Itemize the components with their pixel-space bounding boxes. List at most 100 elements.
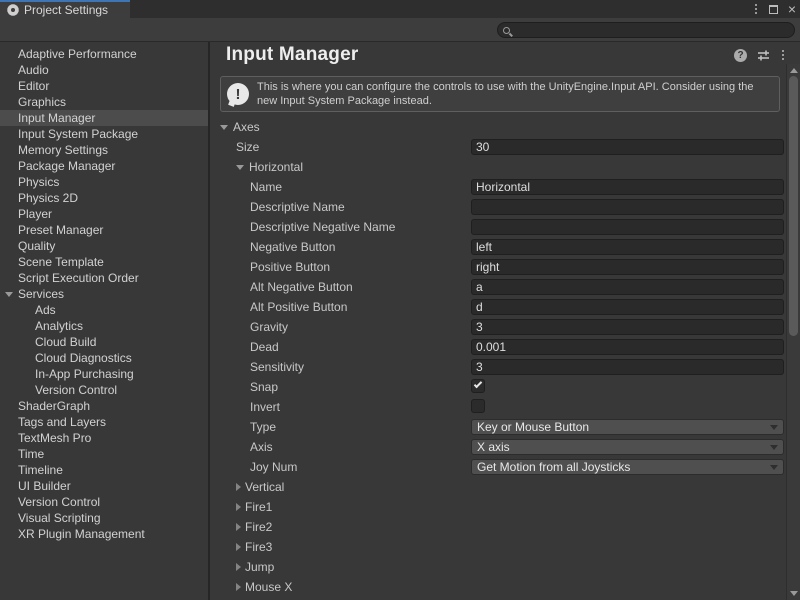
foldout-closed-icon[interactable] (236, 503, 241, 511)
search-input[interactable] (510, 24, 794, 36)
foldout-closed-icon[interactable] (236, 583, 241, 591)
row-type: TypeKey or Mouse Button (210, 417, 800, 437)
search-box[interactable] (497, 22, 795, 38)
sidebar-item-editor[interactable]: Editor (0, 78, 208, 94)
vertical-scrollbar[interactable] (786, 64, 800, 600)
sidebar-item-audio[interactable]: Audio (0, 62, 208, 78)
text-input-alt-negative-button[interactable] (471, 279, 784, 295)
window-menu-icon[interactable] (753, 2, 759, 16)
sidebar-item-package-manager[interactable]: Package Manager (0, 158, 208, 174)
help-icon[interactable]: ? (734, 49, 747, 62)
sidebar-item-services-in-app-purchasing[interactable]: In-App Purchasing (0, 366, 208, 382)
foldout-open-icon[interactable] (236, 165, 244, 170)
text-input-alt-positive-button[interactable] (471, 299, 784, 315)
foldout-closed-icon[interactable] (236, 543, 241, 551)
sidebar-item-preset-manager[interactable]: Preset Manager (0, 222, 208, 238)
sidebar-item-visual-scripting[interactable]: Visual Scripting (0, 510, 208, 526)
sidebar-item-quality[interactable]: Quality (0, 238, 208, 254)
sidebar-item-time[interactable]: Time (0, 446, 208, 462)
field-label-gravity: Gravity (210, 320, 288, 334)
text-input-gravity[interactable] (471, 319, 784, 335)
text-input-descriptive-name[interactable] (471, 199, 784, 215)
tab-project-settings[interactable]: Project Settings (0, 0, 130, 18)
foldout-label: Axes (233, 120, 260, 134)
text-input-negative-button[interactable] (471, 239, 784, 255)
sidebar-item-memory-settings[interactable]: Memory Settings (0, 142, 208, 158)
field-zone (471, 399, 784, 415)
presets-icon[interactable] (757, 49, 770, 62)
scrollbar-thumb[interactable] (789, 76, 798, 336)
sidebar-item-label: Cloud Build (35, 335, 96, 349)
row-axis: AxisX axis (210, 437, 800, 457)
sidebar-item-scene-template[interactable]: Scene Template (0, 254, 208, 270)
sidebar-item-graphics[interactable]: Graphics (0, 94, 208, 110)
foldout-fire2[interactable]: Fire2 (210, 520, 272, 534)
maximize-icon[interactable] (769, 5, 778, 14)
field-label-negative-button: Negative Button (210, 240, 335, 254)
toolbar (0, 18, 800, 42)
text-input-sensitivity[interactable] (471, 359, 784, 375)
row-negative-button: Negative Button (210, 237, 800, 257)
checkbox-invert[interactable] (471, 399, 485, 413)
sidebar-item-services-ads[interactable]: Ads (0, 302, 208, 318)
sidebar-item-services-version-control[interactable]: Version Control (0, 382, 208, 398)
sidebar-item-physics-2d[interactable]: Physics 2D (0, 190, 208, 206)
foldout-closed-icon[interactable] (236, 523, 241, 531)
sidebar-item-services-cloud-build[interactable]: Cloud Build (0, 334, 208, 350)
dropdown-value: X axis (477, 440, 510, 454)
field-label-descriptive-negative-name: Descriptive Negative Name (210, 220, 395, 234)
foldout-open-icon[interactable] (220, 125, 228, 130)
sidebar-item-input-system-package[interactable]: Input System Package (0, 126, 208, 142)
sidebar-item-label: Player (18, 207, 52, 221)
chevron-down-icon (770, 465, 778, 470)
foldout-fire1[interactable]: Fire1 (210, 500, 272, 514)
dropdown-axis[interactable]: X axis (471, 439, 784, 455)
foldout-mouse-x[interactable]: Mouse X (210, 580, 292, 594)
checkbox-snap[interactable] (471, 379, 485, 393)
sidebar-item-version-control[interactable]: Version Control (0, 494, 208, 510)
sidebar-item-services-analytics[interactable]: Analytics (0, 318, 208, 334)
foldout-jump[interactable]: Jump (210, 560, 274, 574)
sidebar-item-textmesh-pro[interactable]: TextMesh Pro (0, 430, 208, 446)
panel-menu-icon[interactable] (780, 48, 786, 62)
foldout-closed-icon[interactable] (236, 563, 241, 571)
foldout-closed-icon[interactable] (236, 483, 241, 491)
sidebar-item-tags-and-layers[interactable]: Tags and Layers (0, 414, 208, 430)
foldout-horizontal[interactable]: Horizontal (210, 160, 303, 174)
sidebar-item-script-execution-order[interactable]: Script Execution Order (0, 270, 208, 286)
dropdown-joy-num[interactable]: Get Motion from all Joysticks (471, 459, 784, 475)
text-input-descriptive-negative-name[interactable] (471, 219, 784, 235)
sidebar-item-shadergraph[interactable]: ShaderGraph (0, 398, 208, 414)
settings-category-list: Adaptive PerformanceAudioEditorGraphicsI… (0, 42, 210, 600)
text-input-name[interactable] (471, 179, 784, 195)
sidebar-item-adaptive-performance[interactable]: Adaptive Performance (0, 46, 208, 62)
sidebar-item-xr-plugin-management[interactable]: XR Plugin Management (0, 526, 208, 542)
sidebar-item-label: Editor (18, 79, 49, 93)
text-input-positive-button[interactable] (471, 259, 784, 275)
sidebar-item-services[interactable]: Services (0, 286, 208, 302)
sidebar-item-input-manager[interactable]: Input Manager (0, 110, 208, 126)
sidebar-item-label: Memory Settings (18, 143, 108, 157)
sidebar-item-timeline[interactable]: Timeline (0, 462, 208, 478)
sidebar-item-player[interactable]: Player (0, 206, 208, 222)
row-sensitivity: Sensitivity (210, 357, 800, 377)
text-input-dead[interactable] (471, 339, 784, 355)
sidebar-item-services-cloud-diagnostics[interactable]: Cloud Diagnostics (0, 350, 208, 366)
foldout-label: Mouse X (245, 580, 292, 594)
sidebar-item-label: Graphics (18, 95, 66, 109)
foldout-fire3[interactable]: Fire3 (210, 540, 272, 554)
sidebar-item-label: Input System Package (18, 127, 138, 141)
sidebar-item-ui-builder[interactable]: UI Builder (0, 478, 208, 494)
sidebar-item-physics[interactable]: Physics (0, 174, 208, 190)
close-icon[interactable]: × (788, 3, 796, 15)
row-invert: Invert (210, 397, 800, 417)
text-input-size[interactable] (471, 139, 784, 155)
dropdown-type[interactable]: Key or Mouse Button (471, 419, 784, 435)
scroll-down-icon[interactable] (790, 591, 798, 596)
sidebar-item-label: In-App Purchasing (35, 367, 134, 381)
scroll-up-icon[interactable] (790, 68, 798, 73)
foldout-open-icon[interactable] (5, 292, 13, 297)
sidebar-item-label: UI Builder (18, 479, 71, 493)
foldout-axes[interactable]: Axes (210, 120, 260, 134)
foldout-vertical[interactable]: Vertical (210, 480, 284, 494)
